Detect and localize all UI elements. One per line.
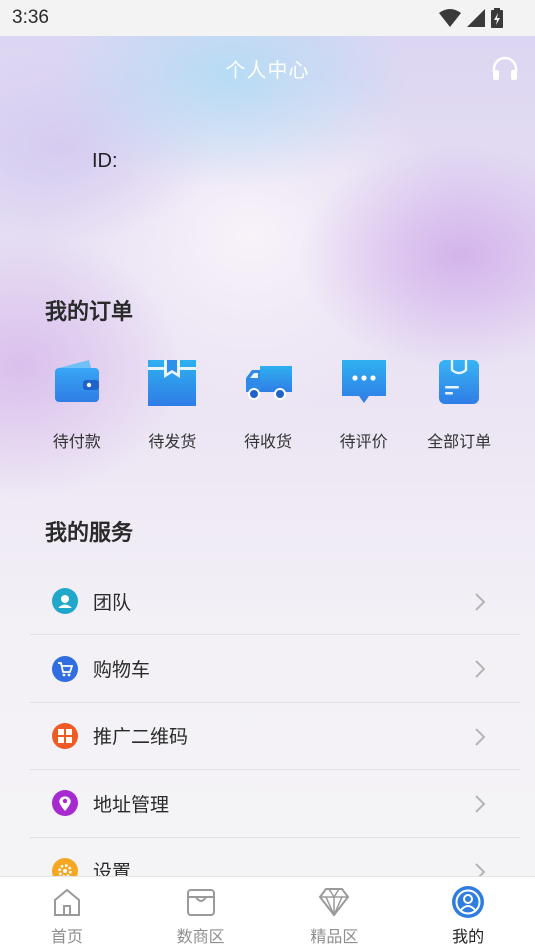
chevron-right-icon xyxy=(475,660,486,679)
order-all[interactable]: 全部订单 xyxy=(411,356,507,452)
service-item-team[interactable]: 团队 xyxy=(30,568,520,636)
chat-icon xyxy=(341,360,386,403)
chevron-right-icon xyxy=(475,593,486,611)
nav-item-premium[interactable]: 精品区 xyxy=(268,877,402,951)
chevron-right-icon xyxy=(475,728,486,746)
status-time: 3:36 xyxy=(12,7,49,28)
service-item-cart[interactable]: 购物车 xyxy=(30,635,520,703)
location-icon xyxy=(52,790,78,817)
wallet-icon xyxy=(54,360,99,402)
status-icons xyxy=(439,8,503,28)
nav-label: 数商区 xyxy=(176,927,225,946)
services-section-title: 我的服务 xyxy=(45,521,134,546)
page-title: 个人中心 xyxy=(225,58,310,82)
order-pending-payment[interactable]: 待付款 xyxy=(29,356,125,452)
signal-icon xyxy=(467,9,485,27)
order-label: 待发货 xyxy=(148,432,197,451)
service-item-qrcode[interactable]: 推广二维码 xyxy=(30,703,520,771)
nav-label: 精品区 xyxy=(310,927,359,946)
headset-icon[interactable] xyxy=(491,55,519,83)
team-icon xyxy=(52,588,78,615)
order-pending-review[interactable]: 待评价 xyxy=(316,356,412,452)
status-bar: 3:36 xyxy=(0,0,535,36)
service-label: 购物车 xyxy=(93,659,151,682)
order-label: 全部订单 xyxy=(427,432,492,451)
orders-section-title: 我的订单 xyxy=(45,300,134,325)
order-label: 待评价 xyxy=(339,432,388,451)
order-label: 待付款 xyxy=(52,432,101,451)
profile-icon xyxy=(452,886,485,918)
battery-icon xyxy=(491,8,503,28)
bottom-nav: 首页 数商区 精品区 我的 xyxy=(0,876,535,951)
truck-icon xyxy=(245,366,292,400)
service-list: 团队 购物车 推广二维码 地址管理 设置 xyxy=(30,568,520,905)
service-label: 团队 xyxy=(93,591,132,614)
service-label: 推广二维码 xyxy=(93,726,189,749)
user-id-label: ID: xyxy=(92,150,118,172)
home-icon xyxy=(53,888,80,916)
order-pending-receipt[interactable]: 待收货 xyxy=(220,356,316,452)
box-icon xyxy=(148,360,197,406)
cart-icon xyxy=(52,655,78,682)
nav-item-home[interactable]: 首页 xyxy=(0,877,134,951)
nav-label: 我的 xyxy=(452,927,485,946)
service-item-address[interactable]: 地址管理 xyxy=(30,770,520,838)
nav-item-profile[interactable]: 我的 xyxy=(401,877,535,951)
chevron-right-icon xyxy=(475,795,486,813)
qrcode-icon xyxy=(52,722,78,749)
order-status-row: 待付款 待发货 待收货 待评价 全部订单 xyxy=(29,356,507,452)
store-icon xyxy=(186,889,215,916)
service-label: 地址管理 xyxy=(93,793,170,816)
bag-icon xyxy=(439,360,480,404)
order-pending-shipment[interactable]: 待发货 xyxy=(125,356,221,452)
nav-item-store[interactable]: 数商区 xyxy=(134,877,268,951)
order-label: 待收货 xyxy=(243,432,292,451)
nav-label: 首页 xyxy=(50,927,83,946)
wifi-icon xyxy=(439,9,461,27)
diamond-icon xyxy=(319,888,350,917)
